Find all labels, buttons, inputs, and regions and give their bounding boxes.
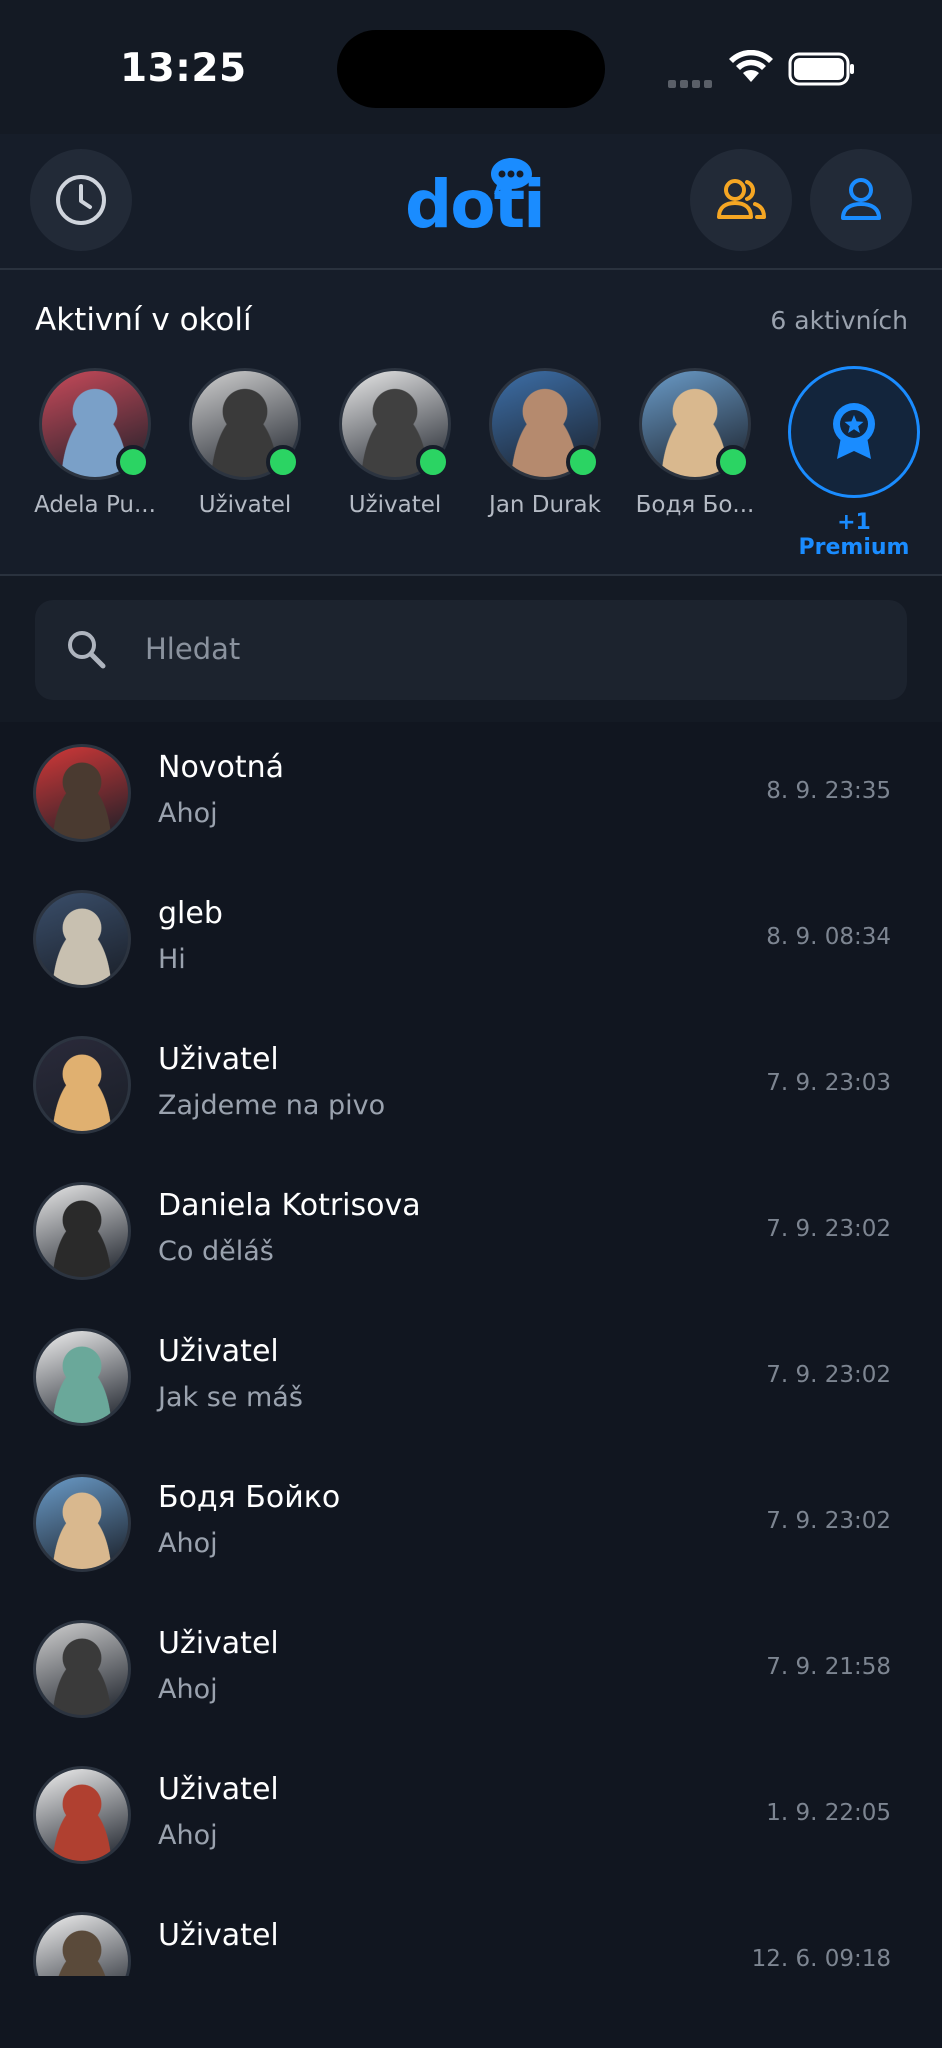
online-indicator	[566, 445, 600, 479]
profile-button[interactable]	[810, 149, 912, 251]
active-user[interactable]: Uživatel	[330, 368, 460, 518]
chat-name: Uživatel	[158, 1042, 279, 1077]
chat-row[interactable]: Novotná Ahoj 8. 9. 23:35	[0, 722, 942, 868]
search-icon	[68, 631, 106, 669]
signal-icon	[668, 73, 716, 92]
avatar	[33, 1766, 131, 1864]
avatar	[33, 1036, 131, 1134]
chat-time: 7. 9. 23:03	[766, 1070, 891, 1096]
avatar	[33, 744, 131, 842]
active-user[interactable]: Adela Pu...	[30, 368, 160, 518]
online-indicator	[116, 445, 150, 479]
search-input[interactable]	[145, 626, 845, 672]
avatar	[639, 368, 751, 480]
app-header: doti	[0, 134, 942, 270]
chat-time: 7. 9. 23:02	[766, 1508, 891, 1534]
chat-row[interactable]: Бодя Бойко Ahoj 7. 9. 23:02	[0, 1452, 942, 1598]
avatar	[189, 368, 301, 480]
chat-time: 7. 9. 23:02	[766, 1362, 891, 1388]
active-count: 6 aktivních	[770, 306, 908, 335]
active-user-name: Adela Pu...	[34, 492, 156, 518]
chat-last-message: Zajdeme na pivo	[158, 1090, 386, 1121]
chat-row[interactable]: Daniela Kotrisova Co děláš 7. 9. 23:02	[0, 1160, 942, 1306]
chat-row[interactable]: Uživatel Jak se máš 7. 9. 23:02	[0, 1306, 942, 1452]
status-time: 13:25	[120, 46, 247, 91]
section-title: Aktivní v okolí	[35, 302, 252, 338]
online-indicator	[716, 445, 750, 479]
active-user-name: Jan Durak	[489, 492, 601, 518]
avatar	[33, 890, 131, 988]
chat-last-message: Hi	[158, 944, 186, 975]
active-user-name: Uživatel	[348, 492, 442, 518]
chat-time: 7. 9. 23:02	[766, 1216, 891, 1242]
dynamic-island	[337, 30, 605, 108]
avatar	[33, 1912, 131, 1976]
chat-row[interactable]: Uživatel Ahoj 1. 9. 22:05	[0, 1744, 942, 1890]
chat-time: 7. 9. 21:58	[766, 1654, 891, 1680]
avatar	[33, 1182, 131, 1280]
avatar	[39, 368, 151, 480]
avatar	[33, 1474, 131, 1572]
active-user[interactable]: Jan Durak	[480, 368, 610, 518]
active-user[interactable]: Бодя Бо...	[630, 368, 760, 518]
chat-last-message: Ahoj	[158, 1528, 218, 1559]
chat-row[interactable]: Uživatel Zajdeme na pivo 7. 9. 23:03	[0, 1014, 942, 1160]
search-box[interactable]	[35, 600, 907, 700]
award-icon	[833, 403, 875, 459]
chat-time: 8. 9. 23:35	[766, 778, 891, 804]
online-indicator	[266, 445, 300, 479]
avatar	[339, 368, 451, 480]
friends-button[interactable]	[690, 149, 792, 251]
status-bar: 13:25	[0, 0, 942, 134]
chat-list: Novotná Ahoj 8. 9. 23:35 gleb Hi 8. 9. 0…	[0, 722, 942, 1976]
history-button[interactable]	[30, 149, 132, 251]
avatar	[33, 1620, 131, 1718]
chat-name: Novotná	[158, 750, 285, 785]
online-indicator	[416, 445, 450, 479]
chat-name: gleb	[158, 896, 223, 931]
chat-row[interactable]: Uživatel Ahoj 7. 9. 21:58	[0, 1598, 942, 1744]
chat-row[interactable]: Uživatel 12. 6. 09:18	[0, 1890, 942, 1976]
wifi-icon	[729, 50, 773, 82]
chat-name: Бодя Бойко	[158, 1480, 341, 1515]
chat-time: 8. 9. 08:34	[766, 924, 891, 950]
chat-last-message: Jak se máš	[158, 1382, 303, 1413]
active-user[interactable]: Uživatel	[180, 368, 310, 518]
premium-button[interactable]	[788, 366, 920, 498]
premium-label[interactable]: +1 Premium	[780, 510, 928, 560]
clock-icon	[56, 175, 106, 225]
active-user-name: Бодя Бо...	[635, 492, 755, 518]
chat-name: Uživatel	[158, 1626, 279, 1661]
chat-last-message: Co děláš	[158, 1236, 274, 1267]
chat-name: Uživatel	[158, 1918, 279, 1953]
battery-icon	[788, 52, 854, 86]
chat-bubble-icon	[491, 158, 532, 194]
chat-name: Daniela Kotrisova	[158, 1188, 421, 1223]
chat-last-message: Ahoj	[158, 798, 218, 829]
active-nearby-section: Aktivní v okolí 6 aktivních Adela Pu... …	[0, 270, 942, 576]
chat-name: Uživatel	[158, 1772, 279, 1807]
avatar	[489, 368, 601, 480]
chat-time: 12. 6. 09:18	[751, 1946, 891, 1972]
chat-row[interactable]: gleb Hi 8. 9. 08:34	[0, 868, 942, 1014]
search-bar	[0, 576, 942, 722]
active-user-name: Uživatel	[198, 492, 292, 518]
doti-logo: doti	[405, 154, 546, 254]
chat-time: 1. 9. 22:05	[766, 1800, 891, 1826]
chat-last-message: Ahoj	[158, 1820, 218, 1851]
chat-name: Uživatel	[158, 1334, 279, 1369]
avatar	[33, 1328, 131, 1426]
chat-last-message: Ahoj	[158, 1674, 218, 1705]
users-icon	[717, 179, 766, 219]
user-icon	[841, 178, 881, 220]
